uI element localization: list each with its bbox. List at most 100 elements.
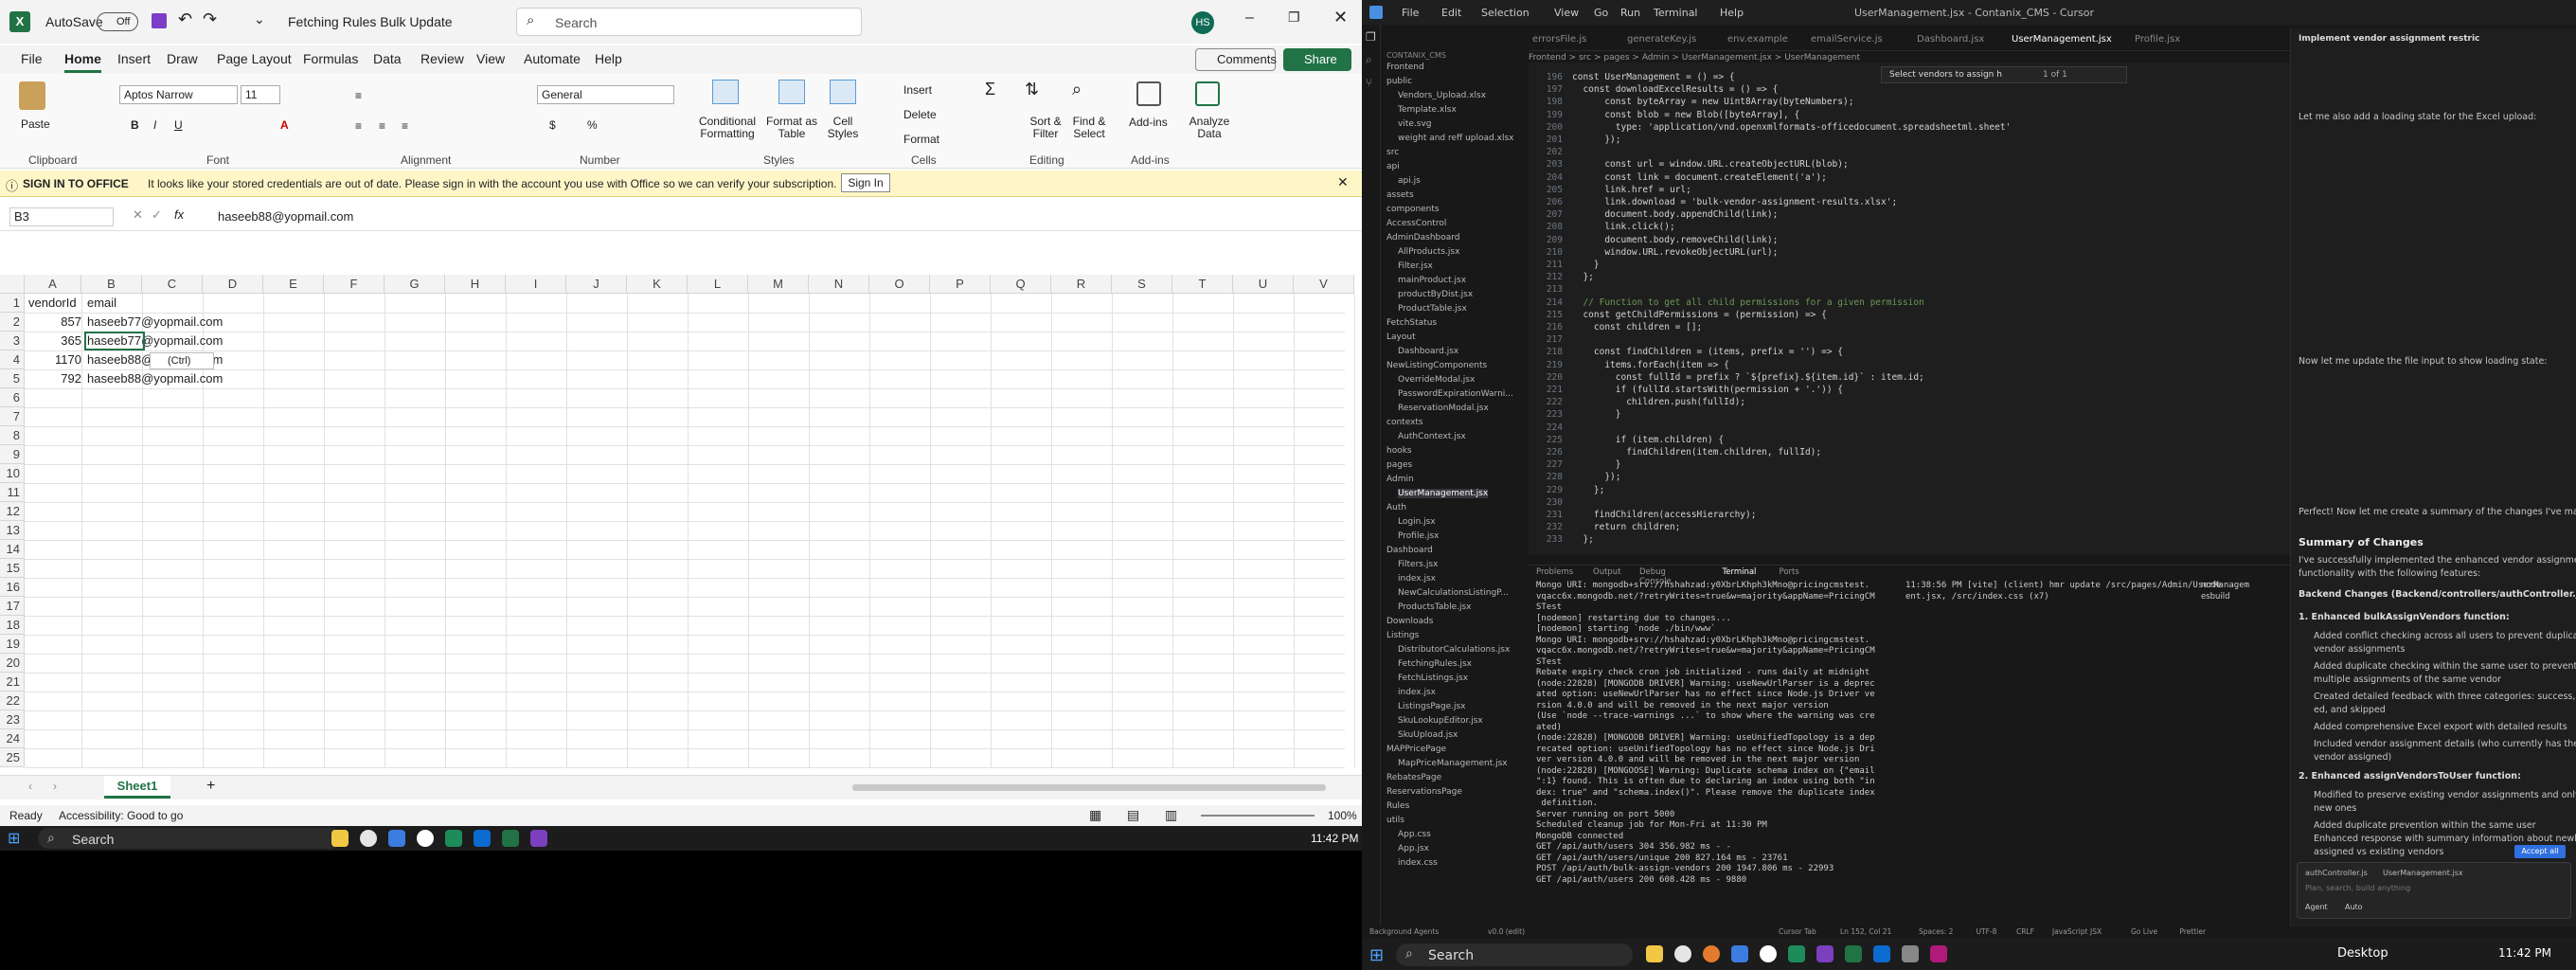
editor-tab[interactable]: Profile.jsx: [2135, 34, 2180, 45]
row-header[interactable]: 11: [0, 483, 25, 502]
menu-insert[interactable]: Insert: [117, 51, 151, 66]
column-header[interactable]: D: [203, 275, 263, 294]
sort-filter-icon[interactable]: ⇅: [1025, 80, 1039, 99]
column-header[interactable]: A: [25, 275, 81, 294]
row-header[interactable]: 3: [0, 332, 25, 350]
chat-input-box[interactable]: authController.js UserManagement.jsx Pla…: [2297, 862, 2571, 919]
status-item[interactable]: Spaces: 2: [1919, 927, 1953, 936]
insert-cells-button[interactable]: Insert: [903, 83, 932, 97]
explorer-file[interactable]: mainProduct.jsx: [1398, 276, 1466, 285]
file-explorer-icon[interactable]: [1646, 945, 1663, 962]
editor-tab[interactable]: generateKey.js: [1627, 34, 1696, 45]
code-line[interactable]: if (item.children) {: [1572, 435, 1724, 445]
app-icon[interactable]: [417, 830, 434, 847]
status-item[interactable]: Go Live: [2131, 927, 2157, 936]
code-line[interactable]: };: [1572, 485, 1604, 495]
explorer-file[interactable]: SkuUpload.jsx: [1398, 730, 1458, 740]
status-item[interactable]: Ln 152, Col 21: [1840, 927, 1891, 936]
accept-all-button[interactable]: Accept all: [2514, 845, 2566, 858]
explorer-file[interactable]: MapPriceManagement.jsx: [1398, 759, 1508, 768]
explorer-folder[interactable]: components: [1386, 205, 1440, 214]
addins-icon[interactable]: [1136, 81, 1161, 106]
explorer-folder[interactable]: Listings: [1386, 631, 1419, 640]
bold-icon[interactable]: B: [131, 118, 139, 132]
code-line[interactable]: };: [1572, 272, 1593, 282]
column-header[interactable]: P: [930, 275, 991, 294]
explorer-icon[interactable]: ❐: [1366, 30, 1376, 44]
row-header[interactable]: 15: [0, 559, 25, 578]
cancel-icon[interactable]: ✕: [133, 207, 143, 223]
search-box[interactable]: ⌕ Search: [516, 8, 862, 36]
close-icon[interactable]: ✕: [1333, 8, 1348, 27]
onenote-icon[interactable]: [530, 830, 547, 847]
explorer-folder[interactable]: pages: [1386, 460, 1412, 470]
editor-tab[interactable]: errorsFile.js: [1532, 34, 1586, 45]
row-header[interactable]: 24: [0, 729, 25, 748]
explorer-file[interactable]: Filter.jsx: [1398, 261, 1433, 271]
page-layout-view-icon[interactable]: ▤: [1127, 807, 1139, 823]
avatar[interactable]: HS: [1191, 11, 1214, 34]
row-header[interactable]: 13: [0, 521, 25, 540]
row-header[interactable]: 1: [0, 294, 25, 313]
explorer-file[interactable]: FetchListings.jsx: [1398, 674, 1468, 683]
ide-menu-item[interactable]: Selection: [1481, 7, 1530, 19]
taskbar-clock[interactable]: 11:42 PM: [1311, 832, 1358, 845]
font-size-select[interactable]: 11: [241, 85, 280, 104]
number-format-select[interactable]: General: [537, 85, 674, 104]
menu-automate[interactable]: Automate: [524, 51, 581, 66]
code-line[interactable]: const url = window.URL.createObjectURL(b…: [1572, 159, 1848, 170]
status-item[interactable]: v0.0 (edit): [1488, 927, 1525, 936]
excel-taskbar-icon[interactable]: [1845, 945, 1862, 962]
email-cell[interactable]: haseeb77@yopmail.com: [87, 313, 223, 332]
zoom-slider[interactable]: [1201, 815, 1315, 817]
explorer-folder[interactable]: Downloads: [1386, 617, 1433, 626]
taskbar-search[interactable]: ⌕ Search: [38, 828, 341, 849]
share-button[interactable]: Share: [1283, 48, 1351, 71]
vendor-id-cell[interactable]: 857: [28, 313, 81, 332]
code-line[interactable]: document.body.removeChild(link);: [1572, 235, 1778, 245]
column-header[interactable]: Q: [991, 275, 1051, 294]
explorer-folder[interactable]: MAPPricePage: [1386, 745, 1446, 754]
panel-tab[interactable]: Ports: [1780, 567, 1799, 577]
vscode-icon[interactable]: [474, 830, 491, 847]
row-header[interactable]: 19: [0, 635, 25, 654]
paste-icon[interactable]: [19, 81, 45, 110]
column-header[interactable]: R: [1051, 275, 1112, 294]
prev-sheet-icon[interactable]: ‹: [28, 780, 32, 793]
explorer-folder[interactable]: src: [1386, 148, 1399, 157]
enter-icon[interactable]: ✓: [152, 207, 162, 223]
format-as-table-button[interactable]: Format as Table: [762, 116, 821, 140]
app-icon[interactable]: [1902, 945, 1919, 962]
column-header[interactable]: N: [809, 275, 869, 294]
explorer-file[interactable]: AuthContext.jsx: [1398, 432, 1466, 441]
add-sheet-icon[interactable]: +: [206, 778, 215, 795]
explorer-folder[interactable]: Admin: [1386, 475, 1414, 484]
normal-view-icon[interactable]: ▦: [1089, 807, 1101, 823]
analyze-data-icon[interactable]: [1195, 81, 1220, 106]
signin-button[interactable]: Sign In: [841, 173, 890, 192]
row-header[interactable]: 10: [0, 464, 25, 483]
explorer-file[interactable]: Template.xlsx: [1398, 105, 1457, 115]
code-line[interactable]: window.URL.revokeObjectURL(url);: [1572, 247, 1778, 258]
column-header[interactable]: S: [1112, 275, 1172, 294]
explorer-file[interactable]: PasswordExpirationWarni...: [1398, 389, 1513, 399]
code-line[interactable]: findChildren(accessHierarchy);: [1572, 510, 1757, 520]
row-header[interactable]: 25: [0, 748, 25, 767]
explorer-file[interactable]: App.jsx: [1398, 844, 1429, 853]
name-box[interactable]: B3: [9, 207, 114, 226]
terminal-left[interactable]: Mongo URI: mongodb+srv://hshahzad:y0XbrL…: [1529, 581, 1898, 912]
explorer-folder[interactable]: utils: [1386, 816, 1404, 825]
row-header[interactable]: 7: [0, 407, 25, 426]
code-line[interactable]: };: [1572, 534, 1593, 545]
explorer-file[interactable]: index.jsx: [1398, 574, 1436, 584]
zoom-level[interactable]: 100%: [1328, 809, 1357, 822]
explorer-folder[interactable]: Auth: [1386, 503, 1406, 512]
app-icon[interactable]: [1788, 945, 1805, 962]
breadcrumb[interactable]: Frontend > src > pages > Admin > UserMan…: [1529, 53, 1860, 63]
row-header[interactable]: 8: [0, 426, 25, 445]
code-line[interactable]: const fullId = prefix ? `${prefix}.${ite…: [1572, 372, 1924, 383]
menu-page-layout[interactable]: Page Layout: [217, 51, 292, 66]
explorer-file[interactable]: index.jsx: [1398, 688, 1436, 697]
explorer-file[interactable]: FetchingRules.jsx: [1398, 659, 1472, 669]
row-header[interactable]: 12: [0, 502, 25, 521]
